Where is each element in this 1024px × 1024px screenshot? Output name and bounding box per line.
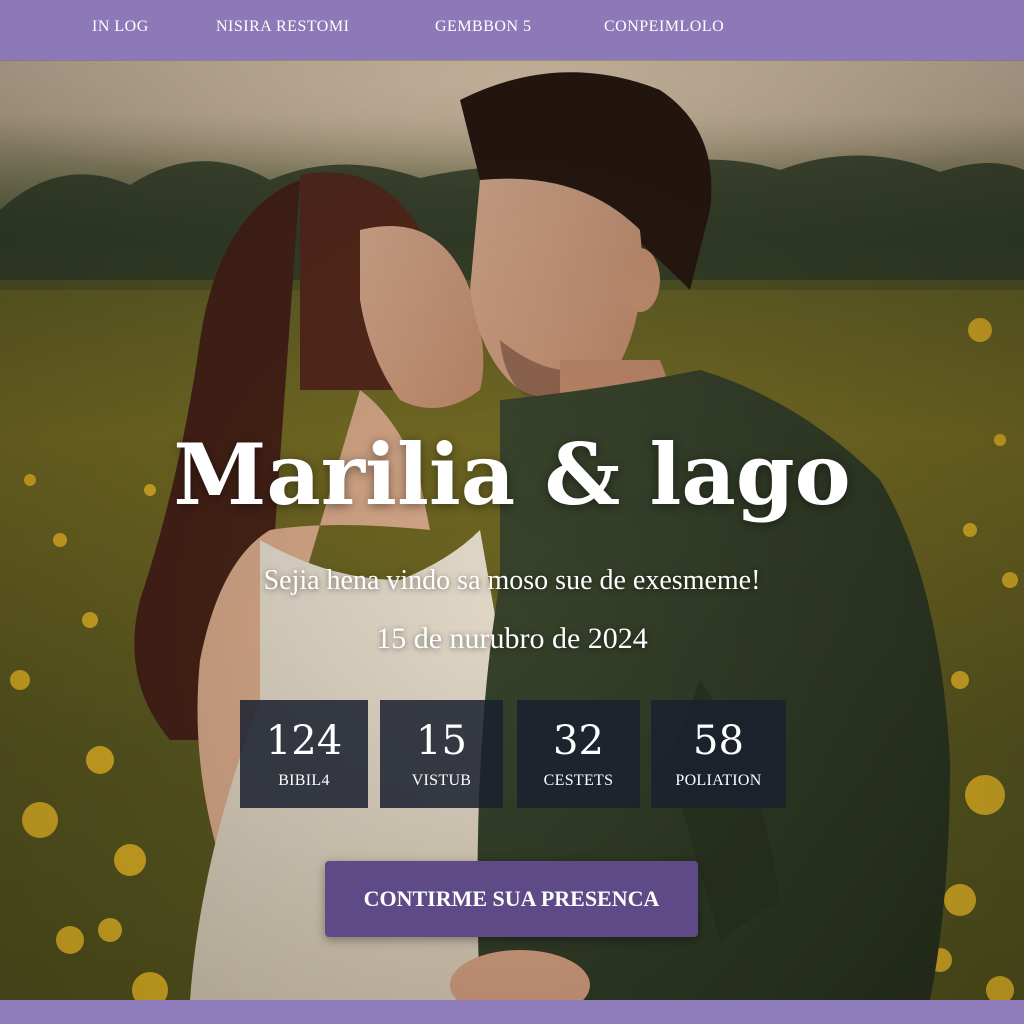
wedding-landing-page: IN LOG NISIRA RESTOMI GEMBBON 5 CONPEIML…: [0, 0, 1024, 1024]
countdown-box: 32 CESTETS: [517, 700, 640, 808]
welcome-message: Sejia hena vindo sa moso sue de exesmeme…: [263, 565, 761, 596]
nav-item-gembbon[interactable]: GEMBBON 5: [435, 18, 532, 36]
confirm-presence-button[interactable]: CONTIRME SUA PRESENCA: [325, 861, 698, 937]
countdown-value: 124: [265, 718, 343, 764]
nav-item-conpeimlolo[interactable]: CONPEIMLOLO: [604, 18, 724, 36]
countdown-box: 124 BIBIL4: [240, 700, 368, 808]
couple-photo-illustration: [0, 60, 1024, 1000]
countdown-box: 15 VISTUB: [380, 700, 503, 808]
countdown-label: VISTUB: [411, 772, 472, 789]
countdown-label: BIBIL4: [278, 772, 330, 789]
countdown-box: 58 POLIATION: [651, 700, 786, 808]
nav-item-in-log[interactable]: IN LOG: [92, 18, 149, 36]
countdown-value: 58: [693, 718, 744, 764]
hero-couple-photo: [0, 60, 1024, 1000]
countdown-value: 32: [553, 718, 604, 764]
footer-bar: [0, 1000, 1024, 1024]
nav-item-nisira-restomi[interactable]: NISIRA RESTOMI: [216, 18, 349, 36]
countdown-value: 15: [416, 718, 467, 764]
wedding-date: 15 de nurubro de 2024: [376, 622, 648, 655]
couple-names-title: Marilia & lago: [173, 425, 851, 524]
countdown-label: CESTETS: [543, 772, 614, 789]
top-navigation: IN LOG NISIRA RESTOMI GEMBBON 5 CONPEIML…: [0, 0, 1024, 60]
countdown-label: POLIATION: [675, 772, 762, 789]
